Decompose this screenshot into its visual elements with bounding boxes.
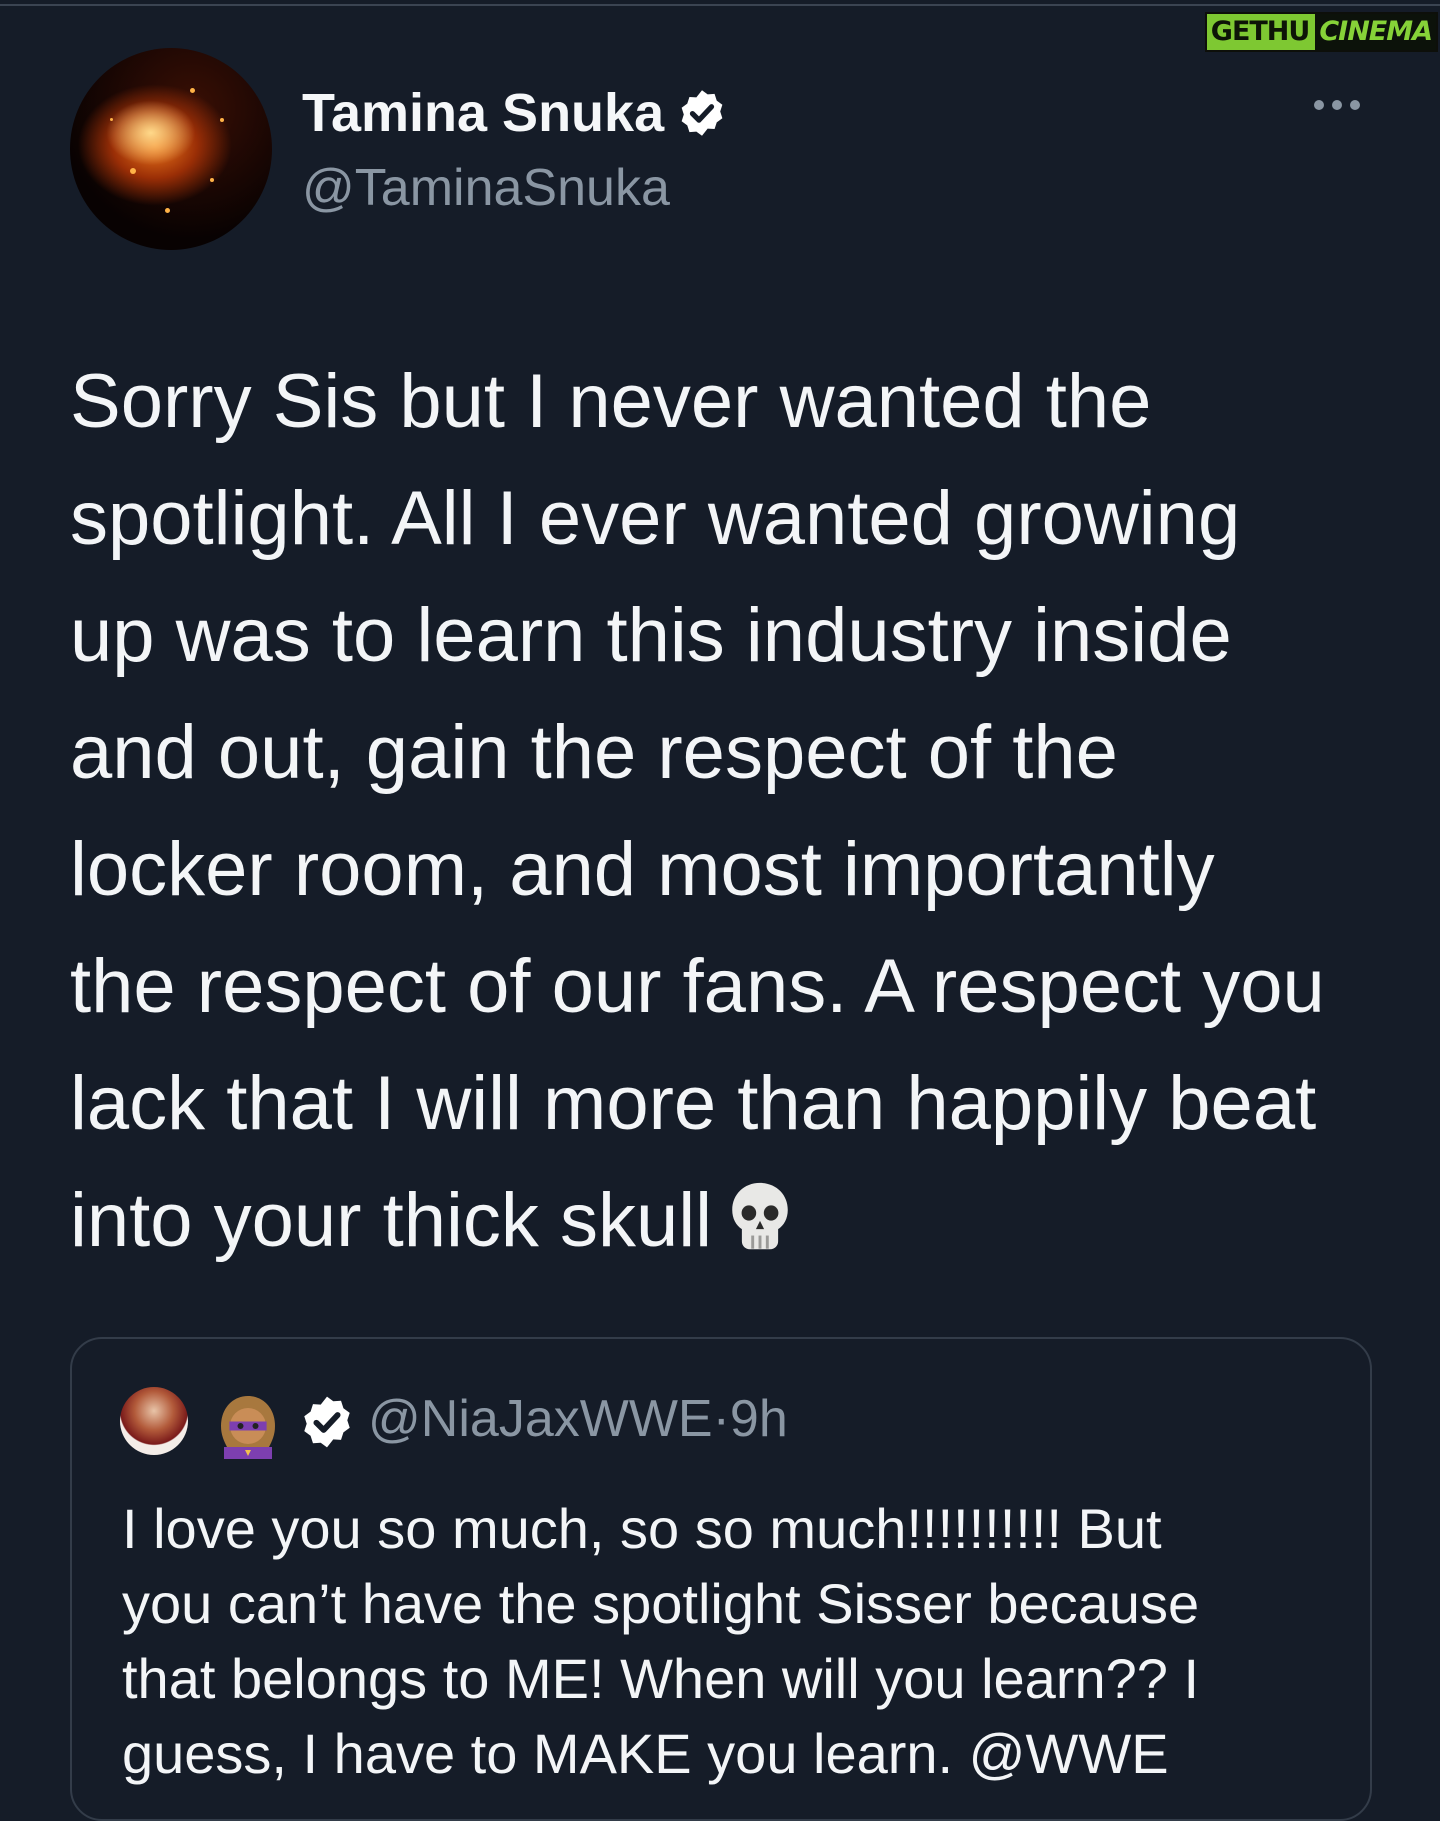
quoted-tweet-card[interactable]: @NiaJaxWWE·9h I love you so much, so so … bbox=[70, 1337, 1372, 1821]
quoted-line: guess, I have to MAKE you learn. @WWE bbox=[122, 1722, 1169, 1785]
more-options-icon[interactable] bbox=[1314, 100, 1360, 110]
superhero-emoji-icon bbox=[221, 1396, 275, 1459]
tweet-line: locker room, and most importantly bbox=[70, 827, 1215, 912]
top-divider bbox=[0, 4, 1440, 6]
quoted-line: that belongs to ME! When will you learn?… bbox=[122, 1647, 1200, 1710]
author-name-row[interactable]: Tamina Snuka bbox=[302, 82, 728, 144]
watermark-text-b: CINEMA bbox=[1315, 14, 1436, 50]
tweet-line-last: into your thick skull bbox=[70, 1162, 1390, 1279]
tweet-body: Sorry Sis but I never wanted the spotlig… bbox=[70, 343, 1390, 1279]
quoted-meta: @NiaJaxWWE·9h bbox=[368, 1389, 788, 1449]
author-avatar[interactable] bbox=[70, 48, 272, 250]
tweet-line: up was to learn this industry inside bbox=[70, 593, 1232, 678]
author-handle[interactable]: @TaminaSnuka bbox=[302, 158, 670, 218]
quoted-handle[interactable]: @NiaJaxWWE bbox=[368, 1390, 713, 1448]
meta-separator: · bbox=[712, 1390, 730, 1448]
quoted-tweet-body: I love you so much, so so much!!!!!!!!!!… bbox=[122, 1491, 1352, 1791]
tweet-line: and out, gain the respect of the bbox=[70, 710, 1118, 795]
tweet-line: the respect of our fans. A respect you bbox=[70, 944, 1325, 1029]
tweet-line: spotlight. All I ever wanted growing bbox=[70, 476, 1241, 561]
tweet-line: lack that I will more than happily beat bbox=[70, 1061, 1317, 1146]
author-display-name[interactable]: Tamina Snuka bbox=[302, 82, 664, 144]
quoted-timestamp[interactable]: 9h bbox=[730, 1390, 788, 1448]
verified-badge-icon bbox=[681, 90, 723, 136]
watermark-logo: GETHU CINEMA bbox=[1204, 12, 1438, 52]
tweet-line-text: into your thick skull bbox=[70, 1178, 713, 1263]
quoted-line: you can’t have the spotlight Sisser beca… bbox=[122, 1572, 1200, 1635]
watermark-text-a: GETHU bbox=[1206, 14, 1316, 50]
quoted-author-avatar[interactable] bbox=[120, 1387, 188, 1455]
quoted-line: I love you so much, so so much!!!!!!!!!!… bbox=[122, 1497, 1162, 1560]
skull-emoji-icon bbox=[732, 1182, 788, 1250]
tweet-line: Sorry Sis but I never wanted the bbox=[70, 359, 1152, 444]
verified-badge-icon bbox=[304, 1396, 350, 1448]
